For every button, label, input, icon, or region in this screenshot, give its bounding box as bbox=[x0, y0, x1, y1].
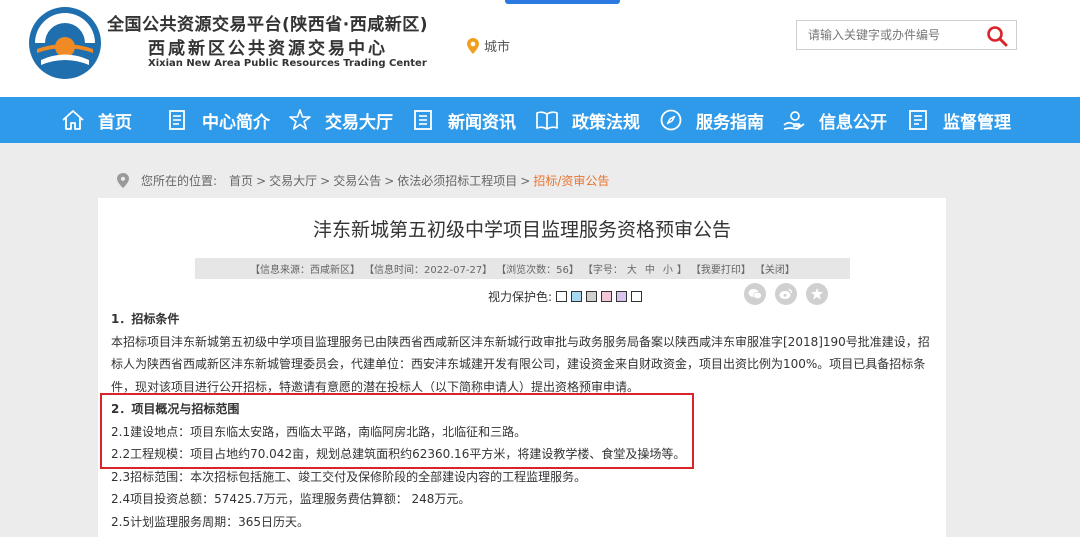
article-title: 沣东新城第五初级中学项目监理服务资格预审公告 bbox=[312, 219, 731, 241]
list-icon bbox=[414, 110, 432, 130]
search-box bbox=[796, 20, 1017, 50]
breadcrumb-mandatory-projects[interactable]: 依法必须招标工程项目 bbox=[397, 172, 517, 189]
center-title: 西咸新区公共资源交易中心 bbox=[148, 39, 388, 59]
compass-icon bbox=[660, 109, 682, 131]
info-font-size: 【字号： 大中小】 bbox=[583, 261, 687, 276]
vision-label: 视力保护色: bbox=[488, 290, 553, 304]
print-button[interactable]: 【我要打印】 bbox=[691, 261, 751, 276]
paragraph-scale: 2.2工程规模：项目占地约70.042亩，规划总建筑面积约62360.16平方米… bbox=[111, 447, 686, 461]
nav-item-trading-hall[interactable]: 交易大厅 bbox=[287, 97, 393, 143]
color-swatch-gray[interactable] bbox=[586, 291, 598, 302]
book-icon bbox=[536, 111, 558, 130]
nav-label-trading-hall: 交易大厅 bbox=[325, 112, 393, 133]
breadcrumb-trading-hall[interactable]: 交易大厅 bbox=[269, 172, 317, 189]
weibo-icon[interactable] bbox=[775, 283, 797, 305]
color-swatch-white-2[interactable] bbox=[631, 291, 643, 302]
site-header: 全国公共资源交易平台(陕西省·西咸新区) 西咸新区公共资源交易中心 Xixian… bbox=[0, 0, 1080, 97]
share-icons bbox=[744, 283, 828, 305]
section-heading-1: 1．招标条件 bbox=[111, 312, 180, 326]
color-swatch-white[interactable] bbox=[556, 291, 568, 302]
nav-label-info-disclosure: 信息公开 bbox=[819, 112, 887, 133]
vision-protection-colors: 视力保护色: bbox=[488, 288, 643, 305]
font-size-large[interactable]: 大 bbox=[627, 265, 637, 276]
info-time: 【信息时间：2022-07-27】 bbox=[364, 265, 493, 276]
breadcrumb-separator: > bbox=[320, 173, 331, 188]
font-size-small[interactable]: 小 bbox=[663, 265, 673, 276]
breadcrumb: 您所在的位置: 首页 > 交易大厅 > 交易公告 > 依法必须招标工程项目 > … bbox=[117, 172, 609, 189]
nav-label-about: 中心简介 bbox=[202, 112, 270, 133]
nav-label-service-guide: 服务指南 bbox=[696, 112, 764, 133]
section-heading-2: 2．项目概况与招标范围 bbox=[111, 402, 240, 416]
color-swatch-purple[interactable] bbox=[616, 291, 628, 302]
nav-item-info-disclosure[interactable]: 信息公开 bbox=[781, 97, 887, 143]
breadcrumb-home[interactable]: 首页 bbox=[229, 172, 253, 189]
location-icon bbox=[117, 173, 129, 188]
city-selector[interactable]: 城市 bbox=[467, 36, 510, 55]
home-icon bbox=[62, 110, 84, 130]
star-icon bbox=[289, 109, 311, 130]
location-pin-icon bbox=[467, 37, 479, 54]
breadcrumb-announcements[interactable]: 交易公告 bbox=[333, 172, 381, 189]
color-swatch-blue[interactable] bbox=[571, 291, 583, 302]
info-views: 【浏览次数：56】 bbox=[496, 265, 579, 276]
paragraph-investment: 2.4项目投资总额：57425.7万元，监理服务费估算额： 248万元。 bbox=[111, 492, 471, 506]
article-info-bar: 【信息来源：西咸新区】 【信息时间：2022-07-27】 【浏览次数：56】 … bbox=[195, 258, 850, 279]
nav-label-supervision: 监督管理 bbox=[943, 112, 1011, 133]
city-label: 城市 bbox=[484, 40, 511, 55]
breadcrumb-separator: > bbox=[520, 173, 531, 188]
breadcrumb-separator: > bbox=[256, 173, 267, 188]
search-icon[interactable] bbox=[986, 25, 1008, 47]
breadcrumb-separator: > bbox=[384, 173, 395, 188]
font-size-close: 】 bbox=[676, 265, 687, 276]
color-swatch-pink[interactable] bbox=[601, 291, 613, 302]
search-input[interactable] bbox=[797, 21, 977, 49]
nav-item-home[interactable]: 首页 bbox=[60, 97, 132, 143]
nav-item-policy[interactable]: 政策法规 bbox=[534, 97, 640, 143]
article-panel: 沣东新城第五初级中学项目监理服务资格预审公告 【信息来源：西咸新区】 【信息时间… bbox=[98, 198, 946, 537]
paragraph-scope: 2.3招标范围：本次招标包括施工、竣工交付及保修阶段的全部建设内容的工程监理服务… bbox=[111, 469, 587, 484]
site-logo[interactable] bbox=[27, 5, 103, 81]
nav-label-news: 新闻资讯 bbox=[448, 112, 516, 133]
favorite-icon[interactable] bbox=[806, 283, 828, 305]
font-size-medium[interactable]: 中 bbox=[645, 265, 655, 276]
wechat-icon[interactable] bbox=[744, 283, 766, 305]
font-size-label: 【字号： bbox=[582, 265, 623, 276]
clipboard-icon bbox=[909, 110, 927, 130]
top-banner-strip bbox=[505, 0, 620, 4]
document-icon bbox=[169, 110, 185, 130]
nav-item-supervision[interactable]: 监督管理 bbox=[905, 97, 1011, 143]
center-title-english: Xixian New Area Public Resources Trading… bbox=[148, 58, 427, 69]
close-button[interactable]: 【关闭】 bbox=[755, 261, 795, 276]
article-body: 1．招标条件 本招标项目沣东新城第五初级中学项目监理服务已由陕西省西咸新区沣东新… bbox=[111, 308, 941, 533]
paragraph-period: 2.5计划监理服务周期：365日历天。 bbox=[111, 514, 309, 529]
nav-item-about[interactable]: 中心简介 bbox=[164, 97, 270, 143]
info-source: 【信息来源：西咸新区】 bbox=[250, 265, 361, 276]
main-nav: 首页 中心简介 交易大厅 新闻资讯 政策法规 服务指南 信息公开 监督管理 bbox=[0, 97, 1080, 143]
paragraph-tender-conditions: 本招标项目沣东新城第五初级中学项目监理服务已由陕西省西咸新区沣东新城行政审批与政… bbox=[111, 334, 930, 394]
nav-item-news[interactable]: 新闻资讯 bbox=[410, 97, 516, 143]
nav-item-service-guide[interactable]: 服务指南 bbox=[658, 97, 764, 143]
platform-title: 全国公共资源交易平台(陕西省·西咸新区) bbox=[107, 15, 428, 35]
nav-label-policy: 政策法规 bbox=[572, 112, 640, 133]
hand-icon bbox=[783, 111, 805, 130]
nav-label-home: 首页 bbox=[98, 112, 132, 133]
paragraph-location: 2.1建设地点：项目东临太安路，西临太平路，南临阿房北路，北临征和三路。 bbox=[111, 424, 527, 439]
breadcrumb-current[interactable]: 招标/资审公告 bbox=[533, 172, 609, 189]
breadcrumb-prefix: 您所在的位置: bbox=[141, 174, 218, 188]
